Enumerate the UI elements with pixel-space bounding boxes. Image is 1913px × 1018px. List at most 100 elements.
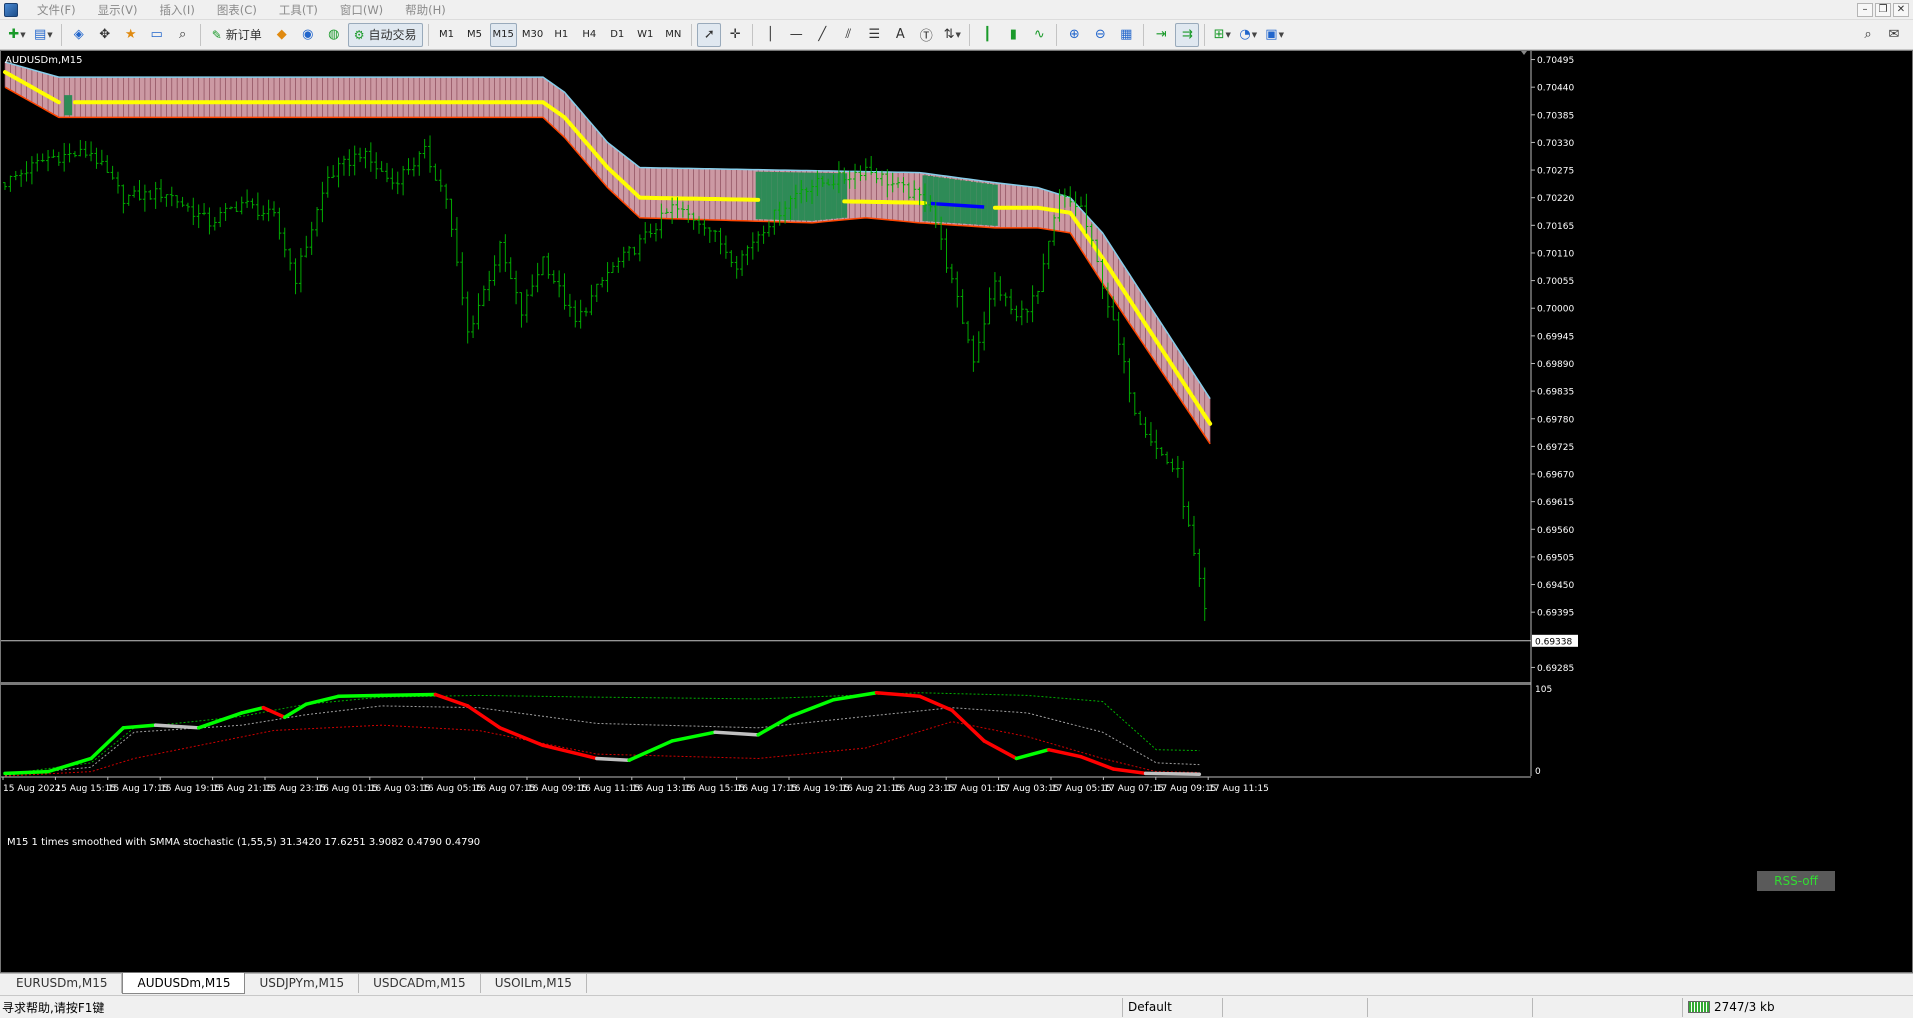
timeframe-m1[interactable]: M1: [434, 23, 460, 47]
tab-usdcadm[interactable]: USDCADm,M15: [359, 974, 481, 993]
menu-tools[interactable]: 工具(T): [268, 0, 329, 20]
zoom-in-icon[interactable]: ⊕: [1062, 23, 1086, 47]
flat-zone: [949, 178, 955, 223]
price-bar: [976, 331, 981, 363]
stoch-main-line: [627, 739, 674, 762]
new-chart-icon[interactable]: ✚ ▼: [5, 23, 29, 47]
chart-window[interactable]: 0.69338 0.70495 0.70440 0.70385 0.70330 0.702…: [0, 50, 1913, 973]
navigator-icon[interactable]: ★: [119, 23, 143, 47]
search-icon[interactable]: ⌕: [1856, 23, 1880, 47]
price-bar: [352, 145, 357, 176]
profiles-icon[interactable]: ▤ ▼: [31, 23, 56, 47]
horizontal-line-icon[interactable]: —: [784, 23, 808, 47]
line-chart-icon[interactable]: ∿: [1027, 23, 1051, 47]
stoch-main-line: [239, 705, 265, 715]
price-bar: [218, 207, 223, 228]
minimize-button[interactable]: –: [1857, 2, 1873, 17]
price-bar: [105, 155, 110, 173]
price-bar: [67, 143, 72, 163]
price-bar: [594, 283, 599, 303]
price-bar: [341, 155, 346, 176]
menu-insert[interactable]: 插入(I): [148, 0, 205, 20]
price-bar: [272, 201, 276, 217]
stoch-main-line: [713, 730, 760, 737]
price-bar: [51, 149, 56, 158]
fibonacci-icon[interactable]: ☰: [862, 23, 886, 47]
timeframe-d1[interactable]: D1: [604, 23, 630, 47]
price-bar: [702, 219, 707, 236]
new-order-icon: ✎: [211, 27, 222, 42]
status-profile[interactable]: Default: [1122, 997, 1222, 1017]
price-tick-label: 0.70330: [1537, 139, 1574, 149]
tile-windows-icon[interactable]: ▦: [1114, 23, 1138, 47]
data-window-icon[interactable]: ✥: [93, 23, 117, 47]
timeframe-m30[interactable]: M30: [519, 23, 546, 47]
auto-trading-button[interactable]: ⚙ 自动交易: [347, 22, 423, 47]
window-controls: – ❐ ✕: [1857, 2, 1913, 17]
menu-window[interactable]: 窗口(W): [329, 0, 394, 20]
price-bar: [137, 179, 142, 201]
timeframe-h4[interactable]: H4: [576, 23, 602, 47]
price-bar: [1154, 429, 1159, 460]
close-button[interactable]: ✕: [1893, 2, 1909, 17]
price-bar: [148, 189, 153, 200]
strategy-tester-icon[interactable]: ⌕: [171, 23, 195, 47]
tab-usdjpym[interactable]: USDJPYm,M15: [245, 974, 360, 993]
rss-off-button[interactable]: RSS-off: [1757, 871, 1835, 891]
timeframe-w1[interactable]: W1: [632, 23, 658, 47]
new-order-button[interactable]: ✎ 新订单: [206, 23, 268, 47]
text-label-icon[interactable]: Ⓣ: [914, 23, 938, 47]
status-traffic[interactable]: 2747/3 kb: [1682, 997, 1802, 1017]
price-bar: [417, 151, 422, 176]
price-tick-label: 0.70110: [1537, 249, 1574, 259]
menu-file[interactable]: 文件(F): [26, 0, 87, 20]
menu-view[interactable]: 显示(V): [87, 0, 149, 20]
cursor-icon[interactable]: ➚: [697, 22, 722, 47]
price-bar: [621, 246, 626, 268]
flat-zone: [954, 179, 961, 224]
templates-icon[interactable]: ▣ ▼: [1262, 23, 1287, 47]
menu-charts[interactable]: 图表(C): [206, 0, 268, 20]
price-bar: [1127, 358, 1132, 403]
tab-eurusdm[interactable]: EURUSDm,M15: [2, 974, 123, 993]
text-icon[interactable]: A: [888, 23, 912, 47]
metaeditor-icon[interactable]: ◆: [270, 23, 294, 47]
tab-audusdm[interactable]: AUDUSDm,M15: [122, 973, 246, 994]
timeframe-m15[interactable]: M15: [489, 22, 517, 47]
price-bar: [648, 223, 653, 238]
trendline-icon[interactable]: ╱: [810, 23, 834, 47]
timeframe-h1[interactable]: H1: [548, 23, 574, 47]
price-tick-label: 0.70495: [1537, 56, 1574, 66]
timeframe-mn[interactable]: MN: [660, 23, 686, 47]
chart-canvas[interactable]: 0.69338 0.70495 0.70440 0.70385 0.70330 0.702…: [1, 51, 1913, 974]
price-bar: [723, 235, 728, 259]
bar-chart-icon[interactable]: ┃: [975, 23, 999, 47]
tab-usoilm[interactable]: USOILm,M15: [481, 974, 587, 993]
menu-help[interactable]: 帮助(H): [394, 0, 457, 20]
stoch-main-line: [541, 743, 599, 761]
price-bar: [766, 221, 771, 237]
price-bar: [94, 147, 99, 169]
market-watch-icon[interactable]: ◈: [67, 23, 91, 47]
zoom-out-icon[interactable]: ⊖: [1088, 23, 1112, 47]
price-bar: [1046, 240, 1051, 270]
timeframe-m5[interactable]: M5: [462, 23, 488, 47]
chart-shift-icon[interactable]: ⇥: [1149, 23, 1173, 47]
channel-icon[interactable]: ⫽: [836, 23, 860, 47]
vps-icon[interactable]: ◍: [322, 23, 346, 47]
terminal-icon[interactable]: ▭: [145, 23, 169, 47]
vertical-line-icon[interactable]: │: [758, 23, 782, 47]
price-bar: [180, 196, 185, 208]
price-tick-label: 0.69285: [1537, 664, 1574, 674]
periods-icon[interactable]: ◔ ▼: [1236, 23, 1260, 47]
restore-button[interactable]: ❐: [1875, 2, 1891, 17]
arrows-icon[interactable]: ⇅ ▼: [940, 23, 964, 47]
autoscroll-icon[interactable]: ⇉: [1175, 22, 1200, 47]
signals-icon[interactable]: ◉: [296, 23, 320, 47]
flat-zone: [976, 182, 982, 225]
crosshair-icon[interactable]: ✛: [723, 23, 747, 47]
chat-icon[interactable]: ✉: [1882, 23, 1906, 47]
price-bar: [363, 147, 368, 169]
indicators-icon[interactable]: ⊞ ▼: [1210, 23, 1234, 47]
candlestick-icon[interactable]: ▮: [1001, 23, 1025, 47]
